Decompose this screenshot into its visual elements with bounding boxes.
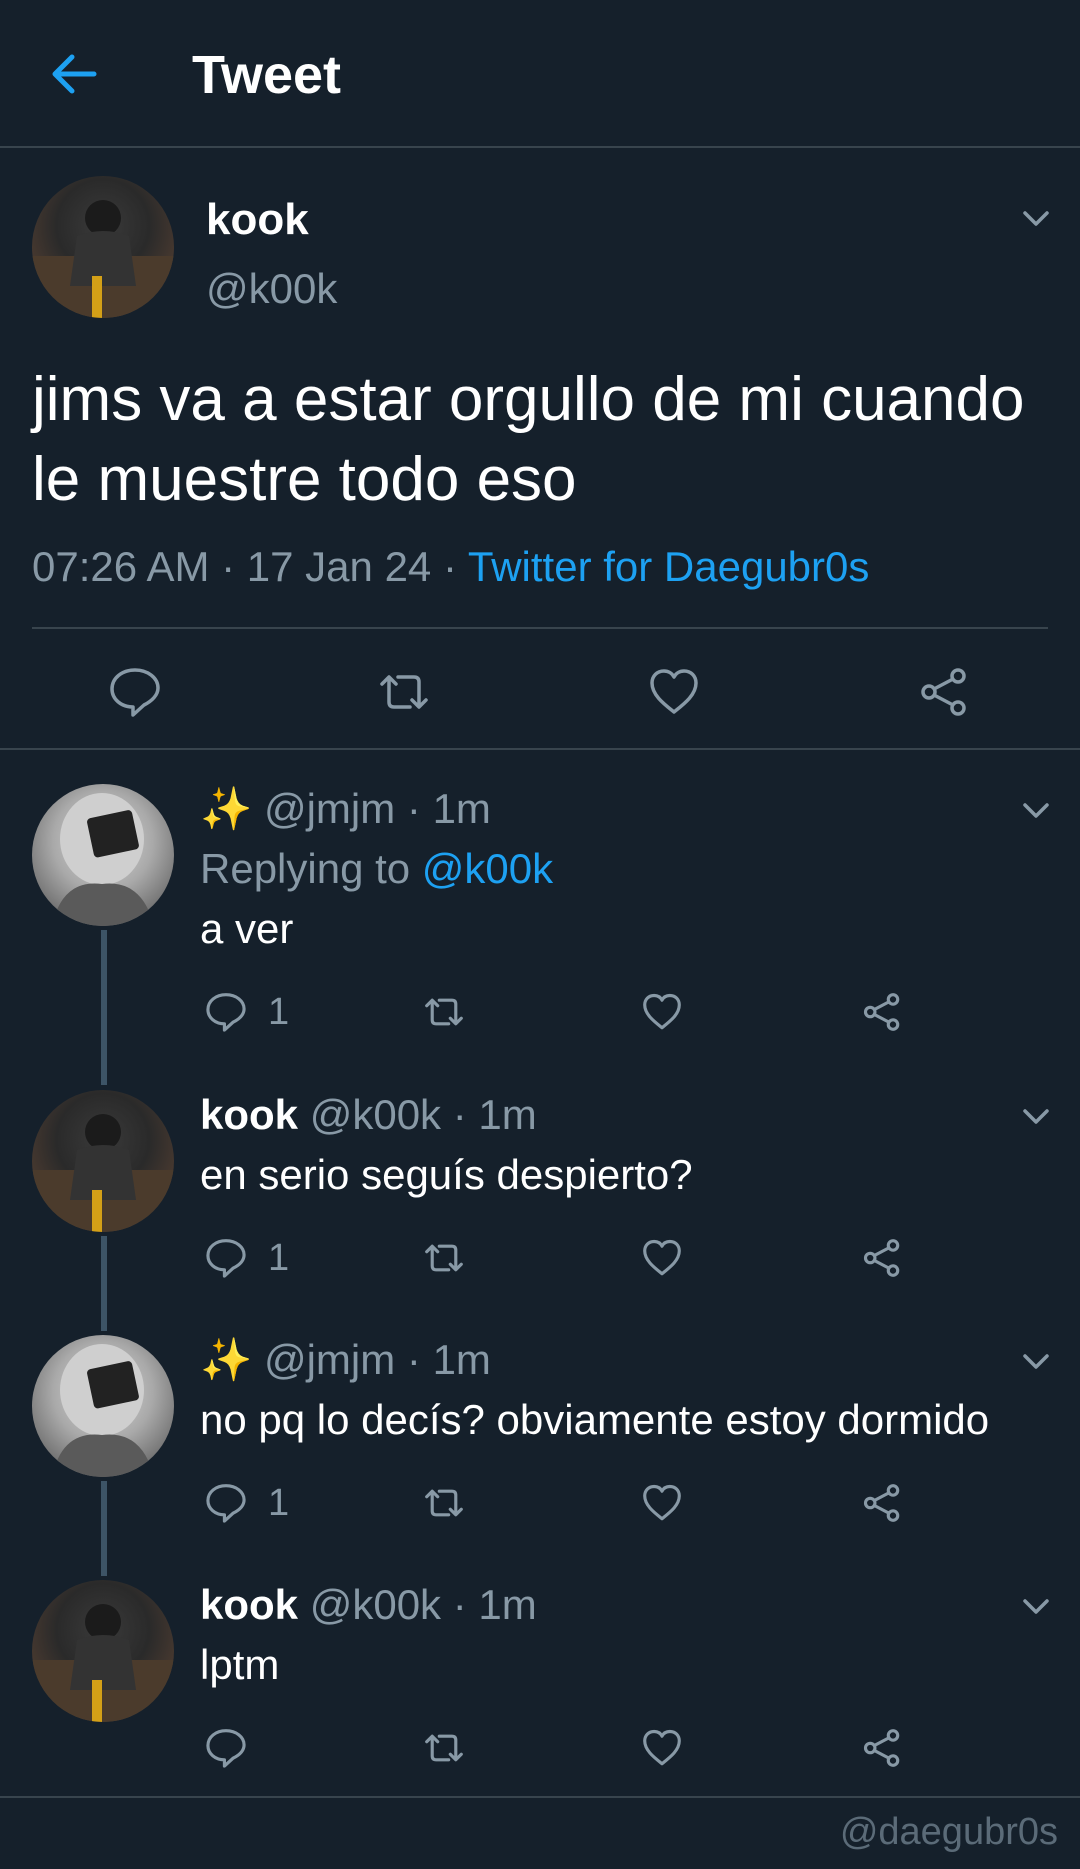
reply-header: kook @k00k · 1m	[200, 1091, 537, 1138]
reply-handle[interactable]: @k00k	[310, 1581, 441, 1628]
reply-handle[interactable]: @jmjm	[264, 785, 395, 832]
like-heart-icon[interactable]	[640, 1726, 684, 1770]
reply-count: 1	[268, 991, 290, 1033]
reply-author-name[interactable]: kook	[200, 1581, 298, 1628]
reply-time: 1m	[432, 1336, 491, 1383]
mention-link[interactable]: @k00k	[422, 845, 553, 892]
reply-count: 1	[268, 1482, 290, 1524]
top-app-bar: Tweet	[0, 0, 1080, 148]
share-icon[interactable]	[916, 664, 972, 720]
reply-text: en serio seguís despierto?	[200, 1151, 693, 1198]
avatar-image	[32, 1114, 174, 1232]
tweet-source-link[interactable]: Twitter for Daegubr0s	[468, 543, 870, 590]
avatar[interactable]	[32, 176, 174, 318]
retweet-icon[interactable]	[422, 990, 466, 1034]
chevron-down-icon[interactable]	[1018, 792, 1054, 828]
reply-icon[interactable]	[107, 664, 163, 720]
tweet-actions	[0, 630, 1080, 748]
tweet-meta: 07:26 AM · 17 Jan 24 · Twitter for Daegu…	[32, 542, 869, 592]
sparkles-icon: ✨	[200, 785, 253, 832]
retweet-icon[interactable]	[422, 1481, 466, 1525]
reply-actions: 1	[0, 1481, 1080, 1541]
avatar[interactable]	[32, 784, 174, 926]
reply-time: 1m	[478, 1581, 537, 1628]
reply-time: 1m	[478, 1091, 537, 1138]
retweet-icon[interactable]	[376, 664, 432, 720]
meta-separator: ·	[209, 543, 247, 590]
reply-header: kook @k00k · 1m	[200, 1581, 537, 1628]
reply-count: 1	[268, 1237, 290, 1279]
reply-text: a ver	[200, 905, 294, 952]
tweet-date: 17 Jan 24	[246, 543, 432, 590]
reply-header: ✨ @jmjm · 1m	[200, 1336, 491, 1383]
avatar[interactable]	[32, 1335, 174, 1477]
divider	[0, 1796, 1080, 1798]
reply-text: lptm	[200, 1641, 280, 1688]
reply-time: 1m	[432, 785, 491, 832]
reply-header: ✨ @jmjm · 1m	[200, 785, 491, 832]
reply-text: no pq lo decís? obviamente estoy dormido	[200, 1396, 990, 1443]
avatar[interactable]	[32, 1580, 174, 1722]
page-title: Tweet	[192, 45, 342, 105]
divider	[32, 627, 1048, 629]
back-button[interactable]	[44, 44, 104, 104]
reply-icon[interactable]	[204, 1236, 248, 1280]
like-heart-icon[interactable]	[640, 1481, 684, 1525]
reply-icon[interactable]	[204, 990, 248, 1034]
meta-separator: ·	[431, 543, 468, 590]
like-heart-icon[interactable]	[646, 664, 702, 720]
like-heart-icon[interactable]	[640, 1236, 684, 1280]
chevron-down-icon[interactable]	[1018, 1343, 1054, 1379]
reply-actions: 1	[0, 990, 1080, 1050]
share-icon[interactable]	[860, 990, 904, 1034]
tweet-text: jims va a estar orgullo de mi cuando le …	[32, 365, 1025, 514]
reply-icon[interactable]	[204, 1726, 248, 1770]
chevron-down-icon[interactable]	[1018, 1588, 1054, 1624]
reply-actions: 1	[0, 1236, 1080, 1296]
replying-label: Replying to	[200, 845, 411, 892]
chevron-down-icon[interactable]	[1018, 200, 1054, 236]
share-icon[interactable]	[860, 1236, 904, 1280]
arrow-left-icon	[52, 54, 97, 94]
author-handle[interactable]: @k00k	[206, 264, 337, 314]
main-tweet: kook @k00k jims va a estar orgullo de mi…	[0, 150, 1080, 750]
share-icon[interactable]	[860, 1726, 904, 1770]
like-heart-icon[interactable]	[640, 990, 684, 1034]
reply-tweet[interactable]: kook @k00k · 1m en serio seguís despiert…	[0, 1090, 1080, 1335]
reply-tweet[interactable]: ✨ @jmjm · 1m no pq lo decís? obviamente …	[0, 1335, 1080, 1580]
tweet-time: 07:26 AM	[32, 543, 210, 590]
avatar[interactable]	[32, 1090, 174, 1232]
sparkles-icon: ✨	[200, 1336, 253, 1383]
reply-author-name[interactable]: kook	[200, 1091, 298, 1138]
reply-tweet[interactable]: kook @k00k · 1m lptm	[0, 1580, 1080, 1825]
reply-actions	[0, 1726, 1080, 1786]
watermark: @daegubr0s	[839, 1811, 1058, 1853]
avatar-image	[52, 1344, 154, 1477]
avatar-image	[52, 793, 154, 926]
share-icon[interactable]	[860, 1481, 904, 1525]
avatar-image	[32, 200, 174, 318]
author-name[interactable]: kook	[206, 194, 309, 246]
chevron-down-icon[interactable]	[1018, 1098, 1054, 1134]
retweet-icon[interactable]	[422, 1726, 466, 1770]
reply-handle[interactable]: @jmjm	[264, 1336, 395, 1383]
retweet-icon[interactable]	[422, 1236, 466, 1280]
reply-tweet[interactable]: ✨ @jmjm · 1m Replying to @k00k a ver 1	[0, 784, 1080, 1033]
reply-handle[interactable]: @k00k	[310, 1091, 441, 1138]
replying-to: Replying to @k00k	[200, 844, 553, 894]
avatar-image	[32, 1604, 174, 1722]
reply-icon[interactable]	[204, 1481, 248, 1525]
